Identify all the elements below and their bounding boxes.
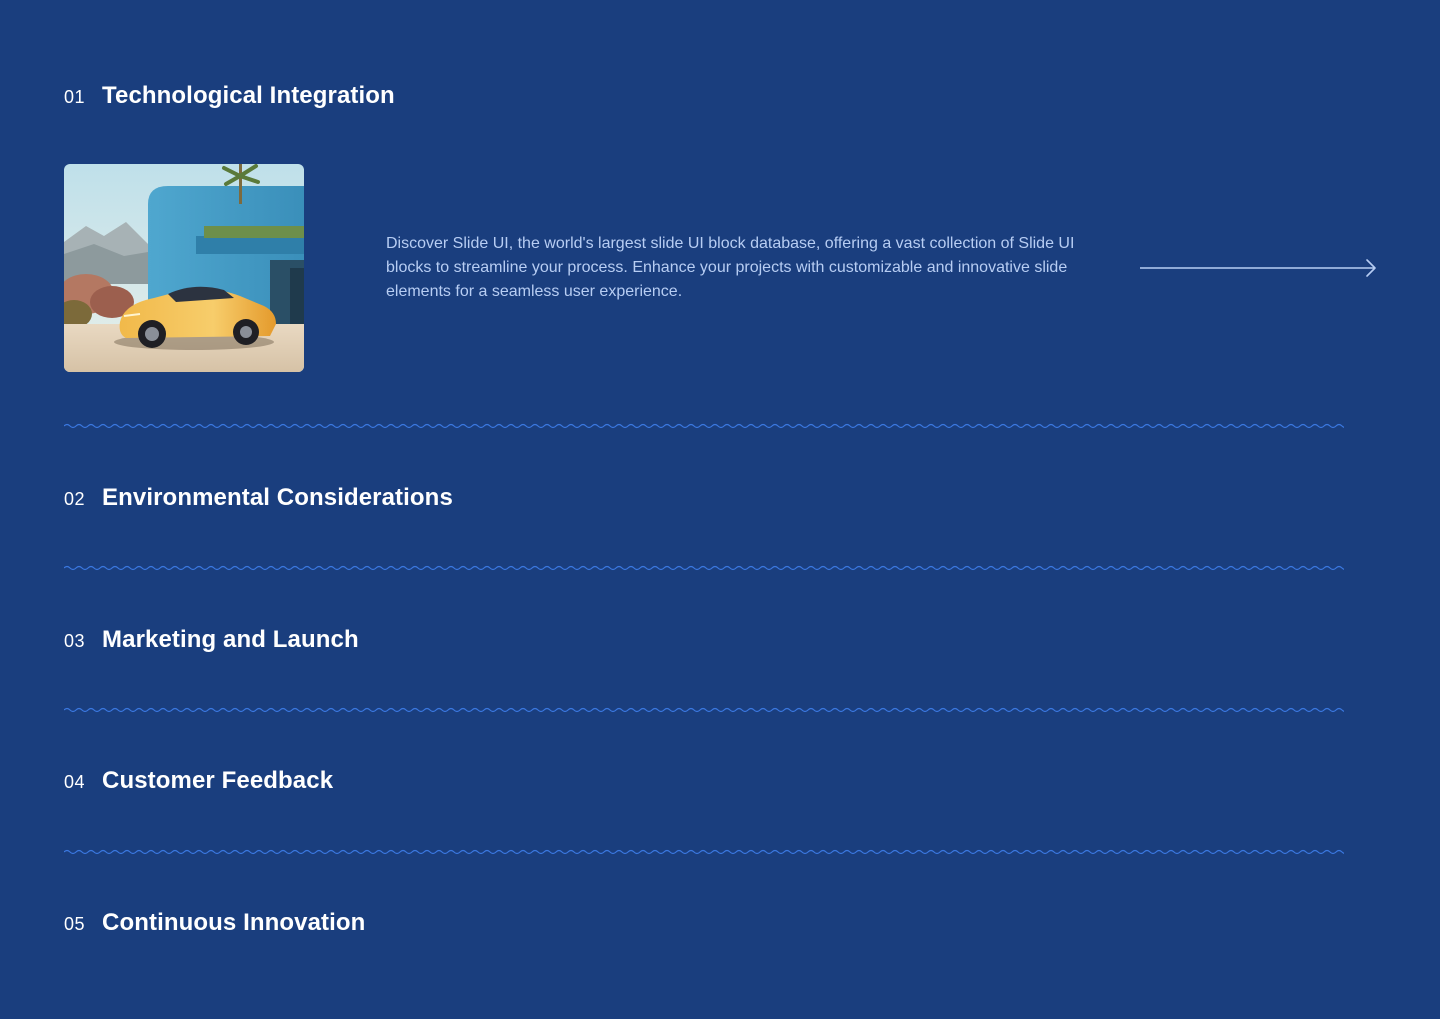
- accordion-item-header-05[interactable]: 05 Continuous Innovation: [64, 909, 365, 937]
- item-number: 05: [64, 914, 86, 934]
- item-title: Customer Feedback: [102, 767, 334, 794]
- accordion-item-header-03[interactable]: 03 Marketing and Launch: [64, 626, 359, 654]
- divider-wave: [64, 423, 1344, 429]
- accordion: 01 Technological Integration Discover Sl…: [64, 0, 1376, 1019]
- item-number: 04: [64, 772, 86, 792]
- accordion-item-header-02[interactable]: 02 Environmental Considerations: [64, 484, 453, 512]
- accordion-item-header-04[interactable]: 04 Customer Feedback: [64, 767, 333, 795]
- divider-wave: [64, 707, 1344, 713]
- divider-wave: [64, 565, 1344, 571]
- accordion-item-header-01[interactable]: 01 Technological Integration: [64, 82, 395, 110]
- item-title: Environmental Considerations: [102, 484, 453, 511]
- item-title: Technological Integration: [102, 82, 395, 109]
- item-description: Discover Slide UI, the world's largest s…: [386, 235, 1075, 300]
- item-number: 01: [64, 87, 86, 107]
- item-title: Marketing and Launch: [102, 626, 359, 653]
- item-number: 02: [64, 489, 86, 509]
- item-number: 03: [64, 631, 86, 651]
- divider-wave: [64, 849, 1344, 855]
- car-villa-image: [64, 164, 304, 372]
- item-title: Continuous Innovation: [102, 909, 366, 936]
- arrow-right-icon[interactable]: [1138, 256, 1378, 280]
